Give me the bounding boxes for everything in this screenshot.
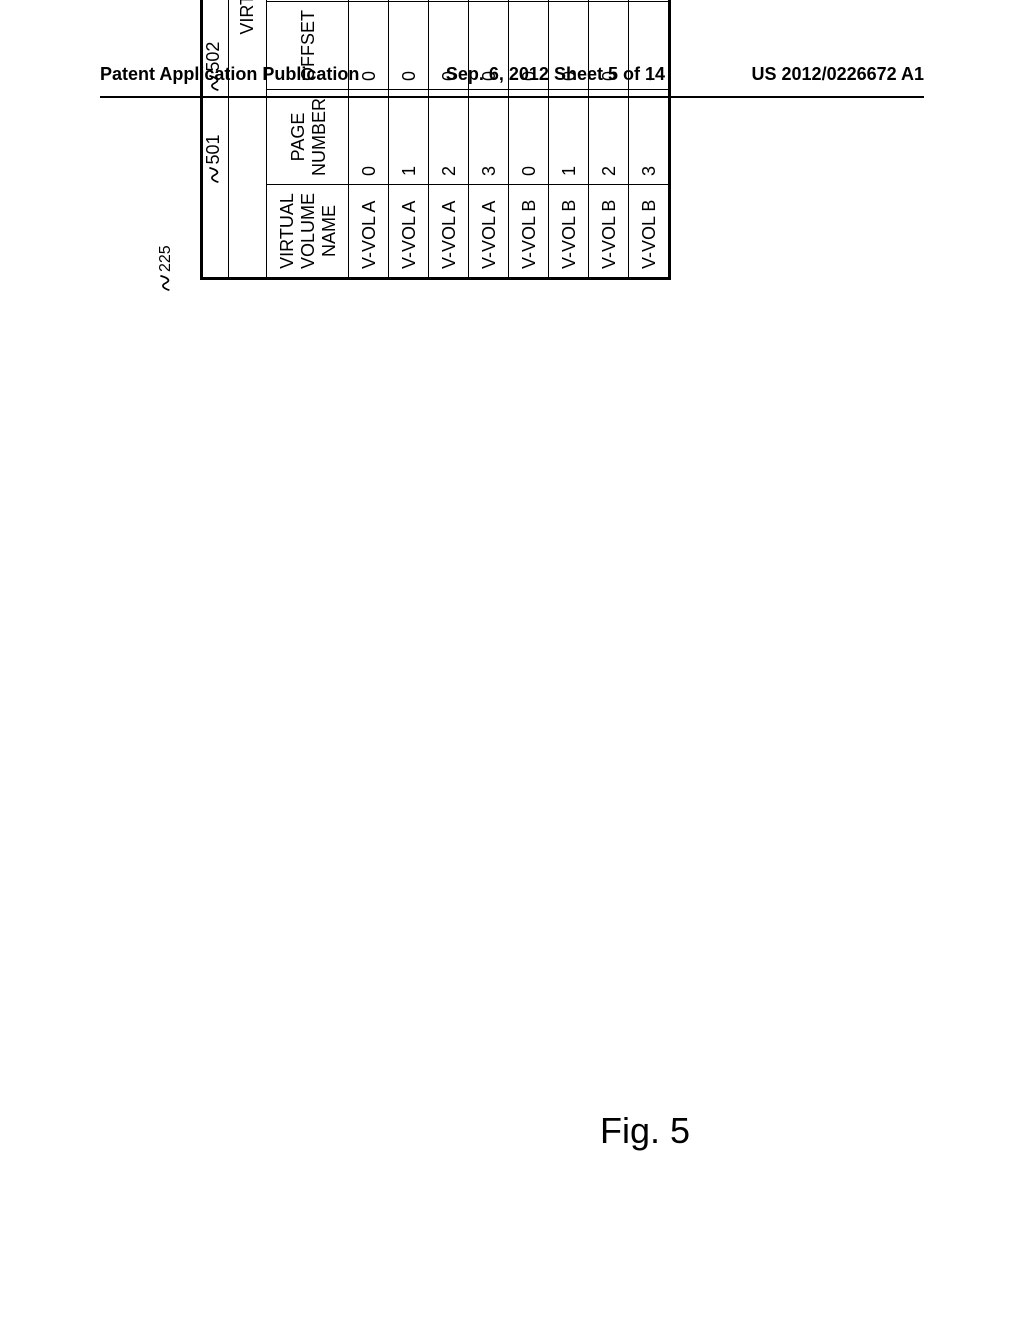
table-cell: 0	[509, 1, 549, 89]
column-headers: VIRTUAL VOLUME NAME PAGE NUMBER OFFSET L…	[267, 0, 349, 279]
col-length: LENGTH	[267, 0, 349, 1]
col-virtual-volume-name: VIRTUAL VOLUME NAME	[267, 184, 349, 278]
table-cell: V-VOL A	[349, 184, 389, 278]
table-row: V-VOL B1010L-VOL A550NO514	[549, 0, 589, 279]
figure-caption: Fig. 5	[600, 1110, 690, 1152]
table-cell: -	[629, 0, 670, 1]
table-cell: 10	[429, 0, 469, 1]
col-ref-502: 502	[203, 42, 223, 72]
column-ref-row: 501 502 503 504 505 506 507 508	[202, 0, 229, 279]
table-cell: V-VOL B	[509, 184, 549, 278]
table-cell: V-VOL B	[589, 184, 629, 278]
table-reference-225: 225	[154, 245, 175, 292]
table-cell: 1	[549, 89, 589, 184]
table-title: VIRTUAL VOLUME INFORMATION	[229, 0, 267, 279]
table-cell: V-VOL A	[389, 184, 429, 278]
table-cell: 10	[389, 0, 429, 1]
table-cell: 10	[509, 0, 549, 1]
table-row: V-VOL B2010L-VOL A670NO515	[589, 0, 629, 279]
table-cell: 10	[589, 0, 629, 1]
table-cell: 10	[349, 0, 389, 1]
virtual-volume-table-figure: 501 502 503 504 505 506 507 508	[200, 0, 671, 280]
table-cell: 10	[549, 0, 589, 1]
col-ref-501: 501	[203, 134, 223, 164]
table-cell: 1	[389, 89, 429, 184]
table-row: V-VOL A3010L-VOL A330NO512	[469, 0, 509, 279]
table-cell: 2	[429, 89, 469, 184]
table-cell: 0	[349, 1, 389, 89]
table-cell: V-VOL A	[469, 184, 509, 278]
table-cell: V-VOL B	[549, 184, 589, 278]
table-cell: 10	[469, 0, 509, 1]
table-cell: -	[629, 1, 670, 89]
col-offset: OFFSET	[267, 1, 349, 89]
table-row: V-VOL B0010L-VOL A420NO513	[509, 0, 549, 279]
table-row: V-VOL B3-----NO516	[629, 0, 670, 279]
table-cell: 3	[469, 89, 509, 184]
header-right: US 2012/0226672 A1	[752, 64, 924, 85]
table-cell: 0	[589, 1, 629, 89]
col-page-number: PAGE NUMBER	[267, 89, 349, 184]
virtual-volume-table: 501 502 503 504 505 506 507 508	[200, 0, 671, 280]
table-cell: 0	[349, 89, 389, 184]
table-row: V-VOL A2010L-VOL A290NO511	[429, 0, 469, 279]
table-row: V-VOL A0010L-VOL A60NO509	[349, 0, 389, 279]
table-cell: 2	[589, 89, 629, 184]
table-cell: V-VOL B	[629, 184, 670, 278]
table-cell: 3	[629, 89, 670, 184]
table-cell: 0	[549, 1, 589, 89]
table-cell: 0	[469, 1, 509, 89]
table-cell: 0	[429, 1, 469, 89]
table-row: V-VOL A1010L-VOL A150NO510	[389, 0, 429, 279]
table-cell: V-VOL A	[429, 184, 469, 278]
table-cell: 0	[389, 1, 429, 89]
table-cell: 0	[509, 89, 549, 184]
